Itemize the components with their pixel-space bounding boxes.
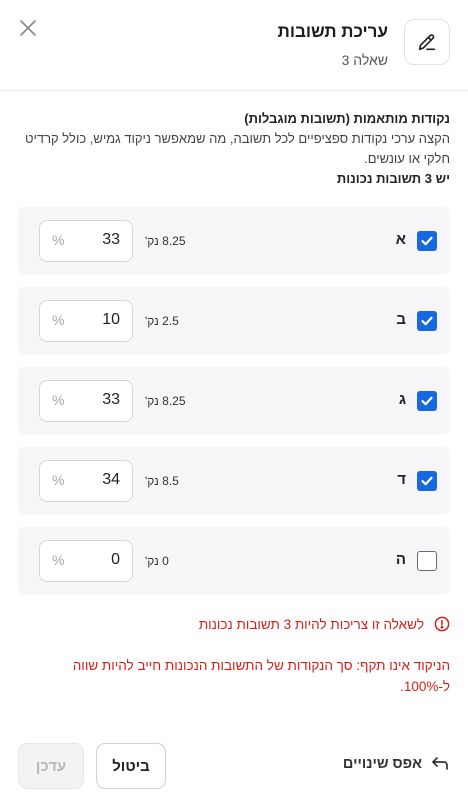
answer-letter: ד [397, 471, 406, 488]
cancel-button[interactable]: ביטול [96, 743, 166, 789]
answer-checkbox[interactable] [417, 231, 437, 251]
check-icon [421, 236, 433, 246]
check-icon [421, 316, 433, 326]
correct-count-error: לשאלה זו צריכות להיות 3 תשובות נכונות [199, 616, 450, 632]
answer-letter: ה [395, 551, 406, 568]
dialog-footer: אפס שינויים ביטול עדכן [0, 743, 468, 789]
answer-checkbox[interactable] [417, 551, 437, 571]
section-description: הקצה ערכי נקודות ספציפיים לכל תשובה, מה … [25, 131, 450, 166]
reset-arrow-icon [430, 756, 450, 772]
answer-row: ה 0 נק' 0 % [18, 527, 450, 594]
percent-value: 0 [111, 551, 120, 568]
percent-sign: % [52, 552, 65, 568]
correct-count-text: יש 3 תשובות נכונות [336, 171, 450, 186]
percent-input[interactable]: 33 % [39, 220, 133, 262]
answer-row: ב 2.5 נק' 10 % [18, 287, 450, 354]
check-icon [421, 396, 433, 406]
percent-value: 10 [102, 311, 120, 328]
answer-points: 2.5 נק' [145, 314, 179, 328]
section-title: נקודות מותאמות (תשובות מוגבלות) [244, 111, 450, 126]
answer-row: א 8.25 נק' 33 % [18, 207, 450, 274]
answers-list: א 8.25 נק' 33 % ב 2.5 נק' 10 % ג 8.25 נק… [18, 207, 450, 607]
points-section: נקודות מותאמות (תשובות מוגבלות) הקצה ערכ… [18, 109, 450, 189]
alert-circle-icon [434, 616, 450, 632]
percent-value: 33 [102, 391, 120, 408]
percent-sign: % [52, 392, 65, 408]
percent-input[interactable]: 10 % [39, 300, 133, 342]
answer-checkbox[interactable] [417, 471, 437, 491]
close-button[interactable] [16, 16, 40, 40]
percent-sign: % [52, 232, 65, 248]
answer-letter: א [395, 231, 406, 248]
answer-points: 8.25 נק' [145, 234, 186, 248]
dialog-subtitle: שאלה 3 [341, 52, 388, 68]
check-icon [421, 476, 433, 486]
reset-label: אפס שינויים [342, 756, 422, 772]
answer-checkbox[interactable] [417, 311, 437, 331]
percent-sign: % [52, 312, 65, 328]
edit-badge [404, 19, 450, 65]
percent-input[interactable]: 34 % [39, 460, 133, 502]
close-icon [20, 20, 36, 36]
answer-letter: ב [396, 311, 406, 328]
answer-row: ג 8.25 נק' 33 % [18, 367, 450, 434]
invalid-scoring-error: הניקוד אינו תקף: סך הנקודות של התשובות ה… [72, 658, 450, 694]
percent-value: 33 [102, 231, 120, 248]
answer-points: 8.5 נק' [145, 474, 179, 488]
correct-count-error-text: לשאלה זו צריכות להיות 3 תשובות נכונות [198, 616, 424, 632]
percent-input[interactable]: 33 % [39, 380, 133, 422]
update-button[interactable]: עדכן [18, 743, 84, 789]
answer-letter: ג [398, 391, 406, 408]
dialog-title: עריכת תשובות [277, 22, 388, 41]
answer-row: ד 8.5 נק' 34 % [18, 447, 450, 514]
pencil-icon [418, 34, 436, 51]
reset-changes-button[interactable]: אפס שינויים [343, 756, 450, 772]
answer-points: 0 נק' [145, 554, 169, 568]
percent-input[interactable]: 0 % [39, 540, 133, 582]
percent-sign: % [52, 472, 65, 488]
percent-value: 34 [102, 471, 120, 488]
dialog-header: עריכת תשובות שאלה 3 [0, 0, 468, 91]
answer-points: 8.25 נק' [145, 394, 186, 408]
answer-checkbox[interactable] [417, 391, 437, 411]
